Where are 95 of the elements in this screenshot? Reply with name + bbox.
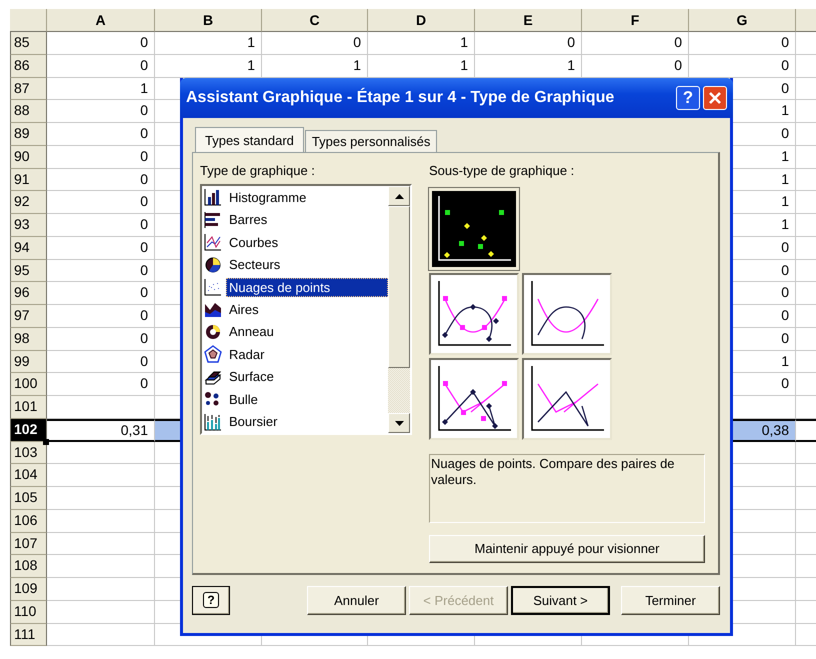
row-header[interactable]: 91	[10, 168, 47, 192]
doughnut-chart-icon	[204, 322, 222, 341]
table-cell: 0	[47, 282, 155, 305]
row-header[interactable]: 107	[10, 532, 47, 556]
row-header[interactable]: 96	[10, 282, 47, 305]
row-header[interactable]: 86	[10, 54, 47, 78]
row-header[interactable]: 105	[10, 487, 47, 510]
row-header[interactable]: 108	[10, 555, 47, 578]
table-cell: 1	[47, 78, 155, 100]
row-header[interactable]: 92	[10, 191, 47, 214]
chart-type-item[interactable]: Aires	[226, 300, 262, 319]
chart-type-item[interactable]: Courbes	[226, 232, 282, 252]
table-cell: 0	[47, 373, 155, 396]
row-header[interactable]: 87	[10, 78, 47, 100]
row-header[interactable]: 109	[10, 578, 47, 601]
table-cell: 0	[47, 260, 155, 282]
column-header[interactable]: E	[475, 9, 582, 32]
chart-type-item[interactable]: Bulle	[226, 390, 261, 409]
row-header[interactable]: 94	[10, 236, 47, 260]
chart-type-item[interactable]: Secteurs	[226, 255, 284, 274]
description-box: Nuages de points. Compare des paires de valeurs.	[429, 454, 705, 523]
chart-type-item[interactable]: Radar	[226, 344, 268, 364]
column-header[interactable]: B	[155, 9, 262, 32]
tab[interactable]: Types personnalisés	[304, 130, 438, 152]
column-header[interactable]: A	[47, 9, 155, 32]
row-header[interactable]: 89	[10, 123, 47, 146]
table-cell: 0	[47, 123, 155, 146]
row-header[interactable]: 98	[10, 328, 47, 350]
chart-type-item[interactable]: Nuages de points	[226, 278, 388, 297]
column-header[interactable]: C	[262, 9, 368, 32]
row-header[interactable]: 111	[10, 624, 47, 646]
down-arrow-icon	[394, 420, 404, 426]
table-cell: 0	[47, 350, 155, 374]
scrollbar[interactable]	[388, 186, 410, 433]
row-header[interactable]: 103	[10, 442, 47, 464]
row-header[interactable]: 90	[10, 146, 47, 168]
row-header[interactable]: 95	[10, 260, 47, 282]
preview-button[interactable]: Maintenir appuyé pour visionner	[429, 534, 705, 563]
row-header[interactable]: 99	[10, 350, 47, 374]
table-cell: 0	[689, 32, 796, 55]
table-cell: 0	[582, 32, 689, 55]
table-cell: 0	[47, 168, 155, 192]
close-icon	[708, 91, 722, 105]
table-cell: 0	[47, 146, 155, 168]
chart-type-label: Type de graphique :	[200, 163, 316, 178]
row-header[interactable]: 93	[10, 214, 47, 237]
area-chart-icon	[204, 300, 222, 318]
row-header[interactable]: 97	[10, 305, 47, 328]
chart-type-item[interactable]: Histogramme	[226, 188, 310, 207]
pie-chart-icon	[204, 256, 222, 274]
table-cell: 0	[47, 214, 155, 237]
row-header[interactable]: 110	[10, 600, 47, 624]
line-chart-icon	[204, 233, 222, 252]
row-header[interactable]: 85	[10, 32, 47, 55]
row-header[interactable]: 106	[10, 510, 47, 532]
chart-type-item[interactable]: Barres	[226, 210, 270, 230]
column-header[interactable]: G	[689, 9, 796, 32]
table-cell: 0	[47, 100, 155, 123]
table-cell: 0	[47, 236, 155, 260]
column-header[interactable]: D	[368, 9, 475, 32]
window-title: Assistant Graphique - Étape 1 sur 4 - Type de Graphique	[186, 89, 616, 107]
column-header[interactable]: F	[582, 9, 689, 32]
chart-type-item[interactable]: Boursier	[226, 412, 280, 432]
help-button[interactable]: ?	[192, 586, 230, 614]
radar-chart-icon	[204, 345, 222, 364]
tab[interactable]: Types standard	[195, 127, 304, 152]
stock-chart-icon	[204, 412, 222, 431]
chart-type-item[interactable]: Surface	[226, 367, 277, 386]
table-cell: 0	[47, 32, 155, 55]
dialog-button[interactable]: Annuler	[307, 586, 406, 614]
help-button[interactable]: ?	[676, 86, 700, 110]
row-header[interactable]: 102	[10, 418, 47, 442]
table-cell: 0	[47, 191, 155, 214]
table-cell: 1	[155, 32, 262, 55]
table-cell: 0	[262, 32, 368, 55]
scatter-chart-icon	[204, 278, 222, 296]
close-button[interactable]	[703, 86, 727, 110]
scroll-thumb[interactable]	[388, 206, 410, 368]
select-all-corner[interactable]	[10, 9, 47, 32]
row-header[interactable]: 100	[10, 373, 47, 396]
dialog-button[interactable]: Terminer	[621, 586, 720, 614]
row-header[interactable]: 88	[10, 100, 47, 123]
table-cell: 0	[47, 305, 155, 328]
subtype-label: Sous-type de graphique :	[429, 163, 576, 178]
table-cell: 1	[368, 32, 475, 55]
table-cell: 0	[475, 32, 582, 55]
row-header[interactable]: 101	[10, 396, 47, 419]
up-arrow-icon	[394, 194, 404, 198]
bar-chart-icon	[204, 210, 222, 229]
chart-type-item[interactable]: Anneau	[226, 322, 277, 342]
dialog-button[interactable]: Suivant >	[511, 586, 610, 614]
row-header[interactable]: 104	[10, 464, 47, 487]
table-cell: 0	[47, 54, 155, 78]
column-chart-icon	[204, 188, 222, 206]
table-cell: 0	[47, 328, 155, 350]
